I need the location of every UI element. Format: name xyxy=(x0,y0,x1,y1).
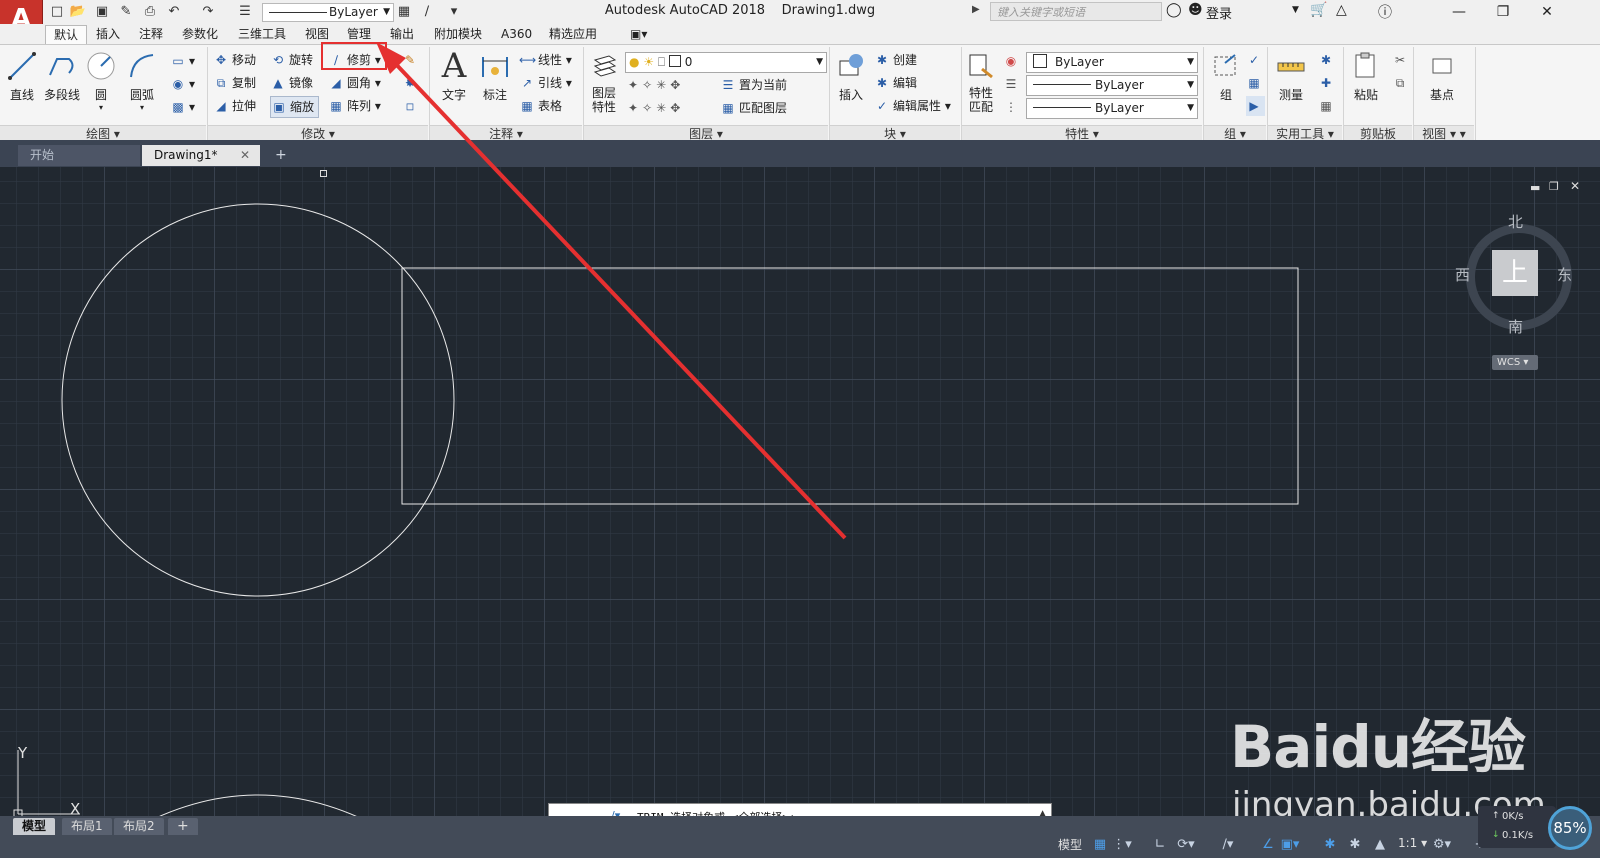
model-space-toggle[interactable]: 模型 xyxy=(1058,836,1082,853)
wcs-label: WCS xyxy=(1497,357,1521,368)
baidu-watermark-logo: Baidu经验 xyxy=(1230,713,1526,781)
grip-handle[interactable] xyxy=(320,170,327,177)
compass-south-label[interactable]: 南 xyxy=(1508,316,1523,337)
annotation-visibility-icon[interactable]: ✱ xyxy=(1320,836,1340,854)
annotation-arrow-line xyxy=(390,58,847,540)
add-layout-icon[interactable]: + xyxy=(168,818,198,835)
auto-scale-icon[interactable]: ✱ xyxy=(1345,836,1365,854)
workspace-gear-icon[interactable]: ⚙▾ xyxy=(1432,836,1452,854)
compass-north-label[interactable]: 北 xyxy=(1508,211,1523,232)
object-snap-icon[interactable]: ▣▾ xyxy=(1280,836,1300,854)
drawn-rectangle[interactable] xyxy=(401,267,1299,505)
layout-tab-1[interactable]: 布局1 xyxy=(62,818,112,835)
layout-tab-model[interactable]: 模型 xyxy=(13,818,56,835)
annotation-scale-icon[interactable]: ▲ xyxy=(1370,836,1390,854)
osnap-tracking-icon[interactable]: ∕▾ xyxy=(1218,836,1238,854)
upload-speed: 0K/s xyxy=(1502,811,1524,822)
download-arrow-icon: ↓ xyxy=(1492,830,1500,840)
compass-west-label[interactable]: 西 xyxy=(1455,264,1470,285)
annotation-scale-dropdown[interactable]: 1:1 ▾ xyxy=(1398,836,1427,850)
viewcube-top-face[interactable]: 上 xyxy=(1492,250,1538,296)
isodraft-icon[interactable]: ∠ xyxy=(1258,836,1278,854)
grid-icon[interactable]: ▦ xyxy=(1090,836,1110,854)
viewport-minimize-icon[interactable]: ▬ xyxy=(1530,181,1540,194)
download-speed: 0.1K/s xyxy=(1502,830,1534,841)
viewport-close-icon[interactable]: ✕ xyxy=(1570,179,1580,193)
upload-arrow-icon: ↑ xyxy=(1492,811,1500,821)
polar-icon[interactable]: ⟳▾ xyxy=(1176,836,1196,854)
ucs-y-label: Y xyxy=(18,744,28,762)
scale-value: 1:1 xyxy=(1398,836,1418,850)
compass-east-label[interactable]: 东 xyxy=(1557,264,1572,285)
viewport-restore-icon[interactable]: ❐ xyxy=(1549,180,1559,193)
layout-tab-2[interactable]: 布局2 xyxy=(114,818,164,835)
ortho-icon[interactable]: ∟ xyxy=(1150,836,1170,854)
network-speed-widget: ↑ 0K/s ↓ 0.1K/s xyxy=(1478,806,1556,848)
drawn-circle[interactable] xyxy=(61,203,455,597)
snap-icon[interactable]: ⋮▾ xyxy=(1112,836,1132,854)
wcs-menu-button[interactable]: WCS ▾ xyxy=(1492,355,1538,370)
performance-gauge[interactable]: 85% xyxy=(1548,806,1592,850)
